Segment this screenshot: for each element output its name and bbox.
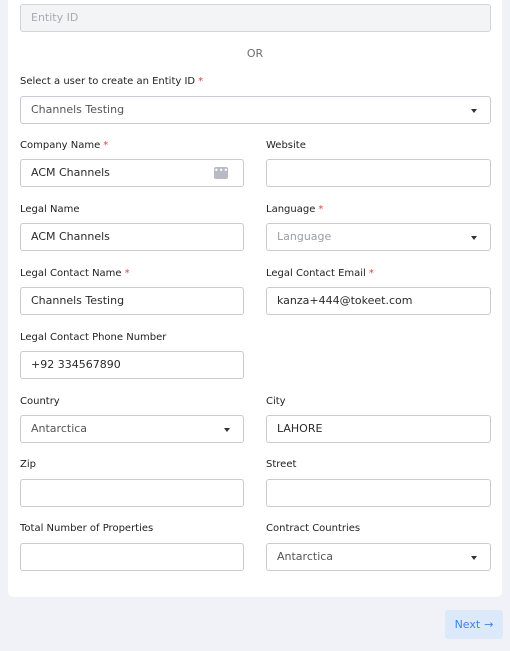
legal-name-input[interactable]: ACM Channels (20, 223, 244, 251)
company-name-label-text: Company Name (20, 140, 101, 151)
caret-down-icon (224, 428, 230, 432)
country-value: Antarctica (31, 422, 88, 435)
arrow-right-icon: → (484, 618, 494, 631)
entity-id-input[interactable]: Entity ID (20, 4, 491, 32)
select-user-dropdown[interactable]: Channels Testing (20, 96, 491, 124)
city-input[interactable]: LAHORE (266, 415, 491, 443)
or-divider: OR (246, 47, 264, 60)
country-label: Country (20, 396, 60, 407)
language-label: Language * (266, 204, 323, 215)
legal-contact-name-label-text: Legal Contact Name (20, 268, 122, 279)
next-button-label: Next (454, 618, 481, 631)
caret-down-icon (471, 236, 477, 240)
next-button[interactable]: Next → (445, 610, 503, 639)
required-marker: * (103, 140, 109, 151)
country-dropdown[interactable]: Antarctica (20, 415, 244, 443)
legal-contact-name-value: Channels Testing (31, 294, 125, 307)
required-marker: * (368, 268, 374, 279)
city-label: City (266, 396, 286, 407)
more-dots-icon[interactable]: ••• (214, 167, 228, 179)
language-placeholder: Language (277, 230, 332, 243)
legal-contact-phone-value: +92 334567890 (31, 358, 121, 371)
legal-contact-phone-label: Legal Contact Phone Number (20, 332, 167, 343)
entity-id-placeholder: Entity ID (31, 11, 79, 24)
contract-countries-value: Antarctica (277, 550, 334, 563)
city-value: LAHORE (277, 422, 323, 435)
select-user-label: Select a user to create an Entity ID * (20, 76, 203, 87)
company-name-input[interactable]: ACM Channels ••• (20, 159, 244, 187)
required-marker: * (318, 204, 324, 215)
legal-contact-email-value: kanza+444@tokeet.com (277, 294, 413, 307)
total-properties-input[interactable] (20, 543, 244, 571)
legal-contact-email-label: Legal Contact Email * (266, 268, 374, 279)
legal-contact-name-input[interactable]: Channels Testing (20, 287, 244, 315)
required-marker: * (124, 268, 130, 279)
legal-contact-phone-input[interactable]: +92 334567890 (20, 351, 244, 379)
legal-contact-name-label: Legal Contact Name * (20, 268, 130, 279)
company-name-label: Company Name * (20, 140, 108, 151)
required-marker: * (198, 76, 204, 87)
contract-countries-dropdown[interactable]: Antarctica (266, 543, 491, 571)
legal-contact-email-input[interactable]: kanza+444@tokeet.com (266, 287, 491, 315)
total-properties-label: Total Number of Properties (20, 523, 154, 534)
website-input[interactable] (266, 159, 491, 187)
company-name-value: ACM Channels (31, 166, 110, 179)
select-user-label-text: Select a user to create an Entity ID (20, 76, 196, 87)
legal-name-value: ACM Channels (31, 230, 110, 243)
legal-contact-email-label-text: Legal Contact Email (266, 268, 366, 279)
caret-down-icon (471, 109, 477, 113)
street-label: Street (266, 459, 297, 470)
zip-label: Zip (20, 459, 36, 470)
select-user-value: Channels Testing (31, 103, 125, 116)
contract-countries-label: Contract Countries (266, 523, 361, 534)
caret-down-icon (471, 556, 477, 560)
street-input[interactable] (266, 479, 491, 507)
language-dropdown[interactable]: Language (266, 223, 491, 251)
language-label-text: Language (266, 204, 316, 215)
website-label: Website (266, 140, 306, 151)
zip-input[interactable] (20, 479, 244, 507)
legal-name-label: Legal Name (20, 204, 80, 215)
